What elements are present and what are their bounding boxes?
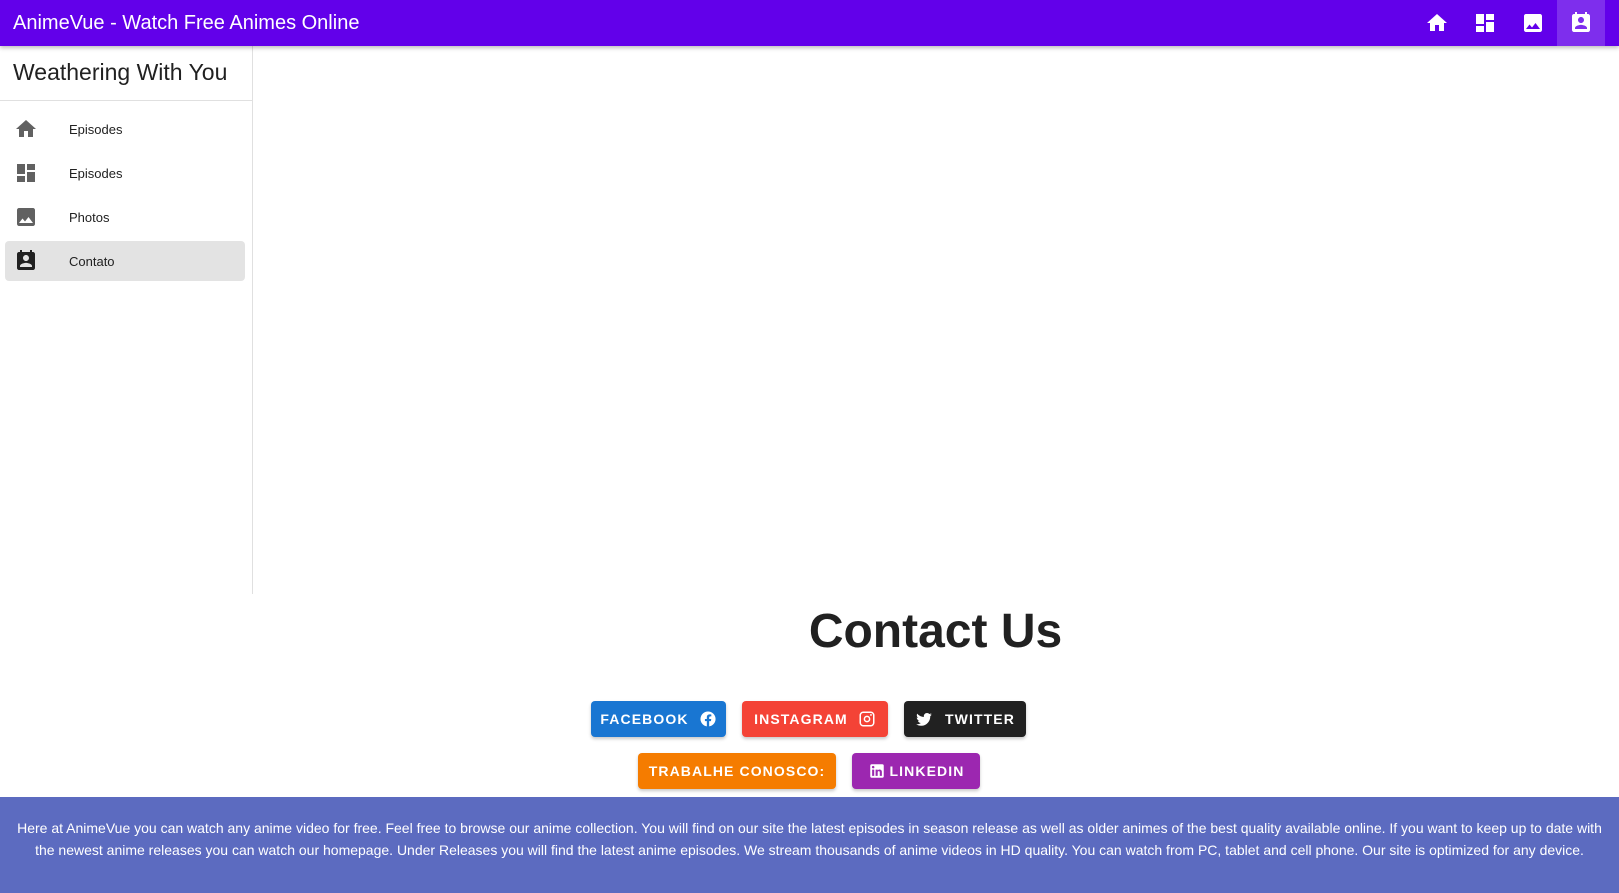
appbar-home-button[interactable] [1413,0,1461,46]
facebook-button-label: FACEBOOK [600,711,689,727]
navigation-drawer: Weathering With You Episodes Episodes Ph… [0,46,253,594]
home-icon [1427,14,1447,31]
sidebar-item-label: Episodes [69,165,123,181]
sidebar-item-label: Photos [69,209,110,225]
sidebar-item-label: Contato [69,253,115,269]
nav-list: Episodes Episodes Photos Contato [0,101,252,281]
sidebar-item-contato[interactable]: Contato [5,241,245,281]
appbar-contact-button[interactable] [1557,0,1605,46]
appbar-photos-button[interactable] [1509,0,1557,46]
appbar-episodes-button[interactable] [1461,0,1509,46]
twitter-button[interactable]: TWITTER [904,701,1026,737]
instagram-icon [859,711,875,727]
instagram-button[interactable]: INSTAGRAM [742,701,888,737]
trabalhe-conosco-button-label: TRABALHE CONOSCO: [648,763,826,779]
contact-calendar-icon [1572,12,1590,32]
app-bar: AnimeVue - Watch Free Animes Online [0,0,1619,46]
sidebar-item-photos[interactable]: Photos [5,197,245,237]
image-icon [14,205,38,229]
image-icon [1524,14,1542,32]
app-title: AnimeVue - Watch Free Animes Online [13,12,360,34]
footer-text: Here at AnimeVue you can watch any anime… [17,820,1602,858]
trabalhe-conosco-button[interactable]: TRABALHE CONOSCO: [638,753,836,789]
facebook-icon [700,711,716,727]
linkedin-button-label: LINKEDIN [889,763,965,779]
linkedin-icon [869,764,884,778]
sidebar-item-episodes-home[interactable]: Episodes [5,109,245,149]
drawer-title: Weathering With You [0,46,252,101]
instagram-button-label: INSTAGRAM [754,711,848,727]
sidebar-item-episodes-dashboard[interactable]: Episodes [5,153,245,193]
home-icon [14,117,38,141]
site-footer: Here at AnimeVue you can watch any anime… [0,797,1619,893]
dashboard-icon [14,161,38,185]
sidebar-item-label: Episodes [69,121,123,137]
contact-calendar-icon [14,249,38,273]
page-title: Contact Us [808,605,1063,658]
facebook-button[interactable]: FACEBOOK [591,701,726,737]
dashboard-icon [1476,14,1494,32]
twitter-icon [916,713,932,726]
twitter-button-label: TWITTER [945,711,1015,727]
appbar-actions [1413,0,1605,46]
linkedin-button[interactable]: LINKEDIN [852,753,980,789]
